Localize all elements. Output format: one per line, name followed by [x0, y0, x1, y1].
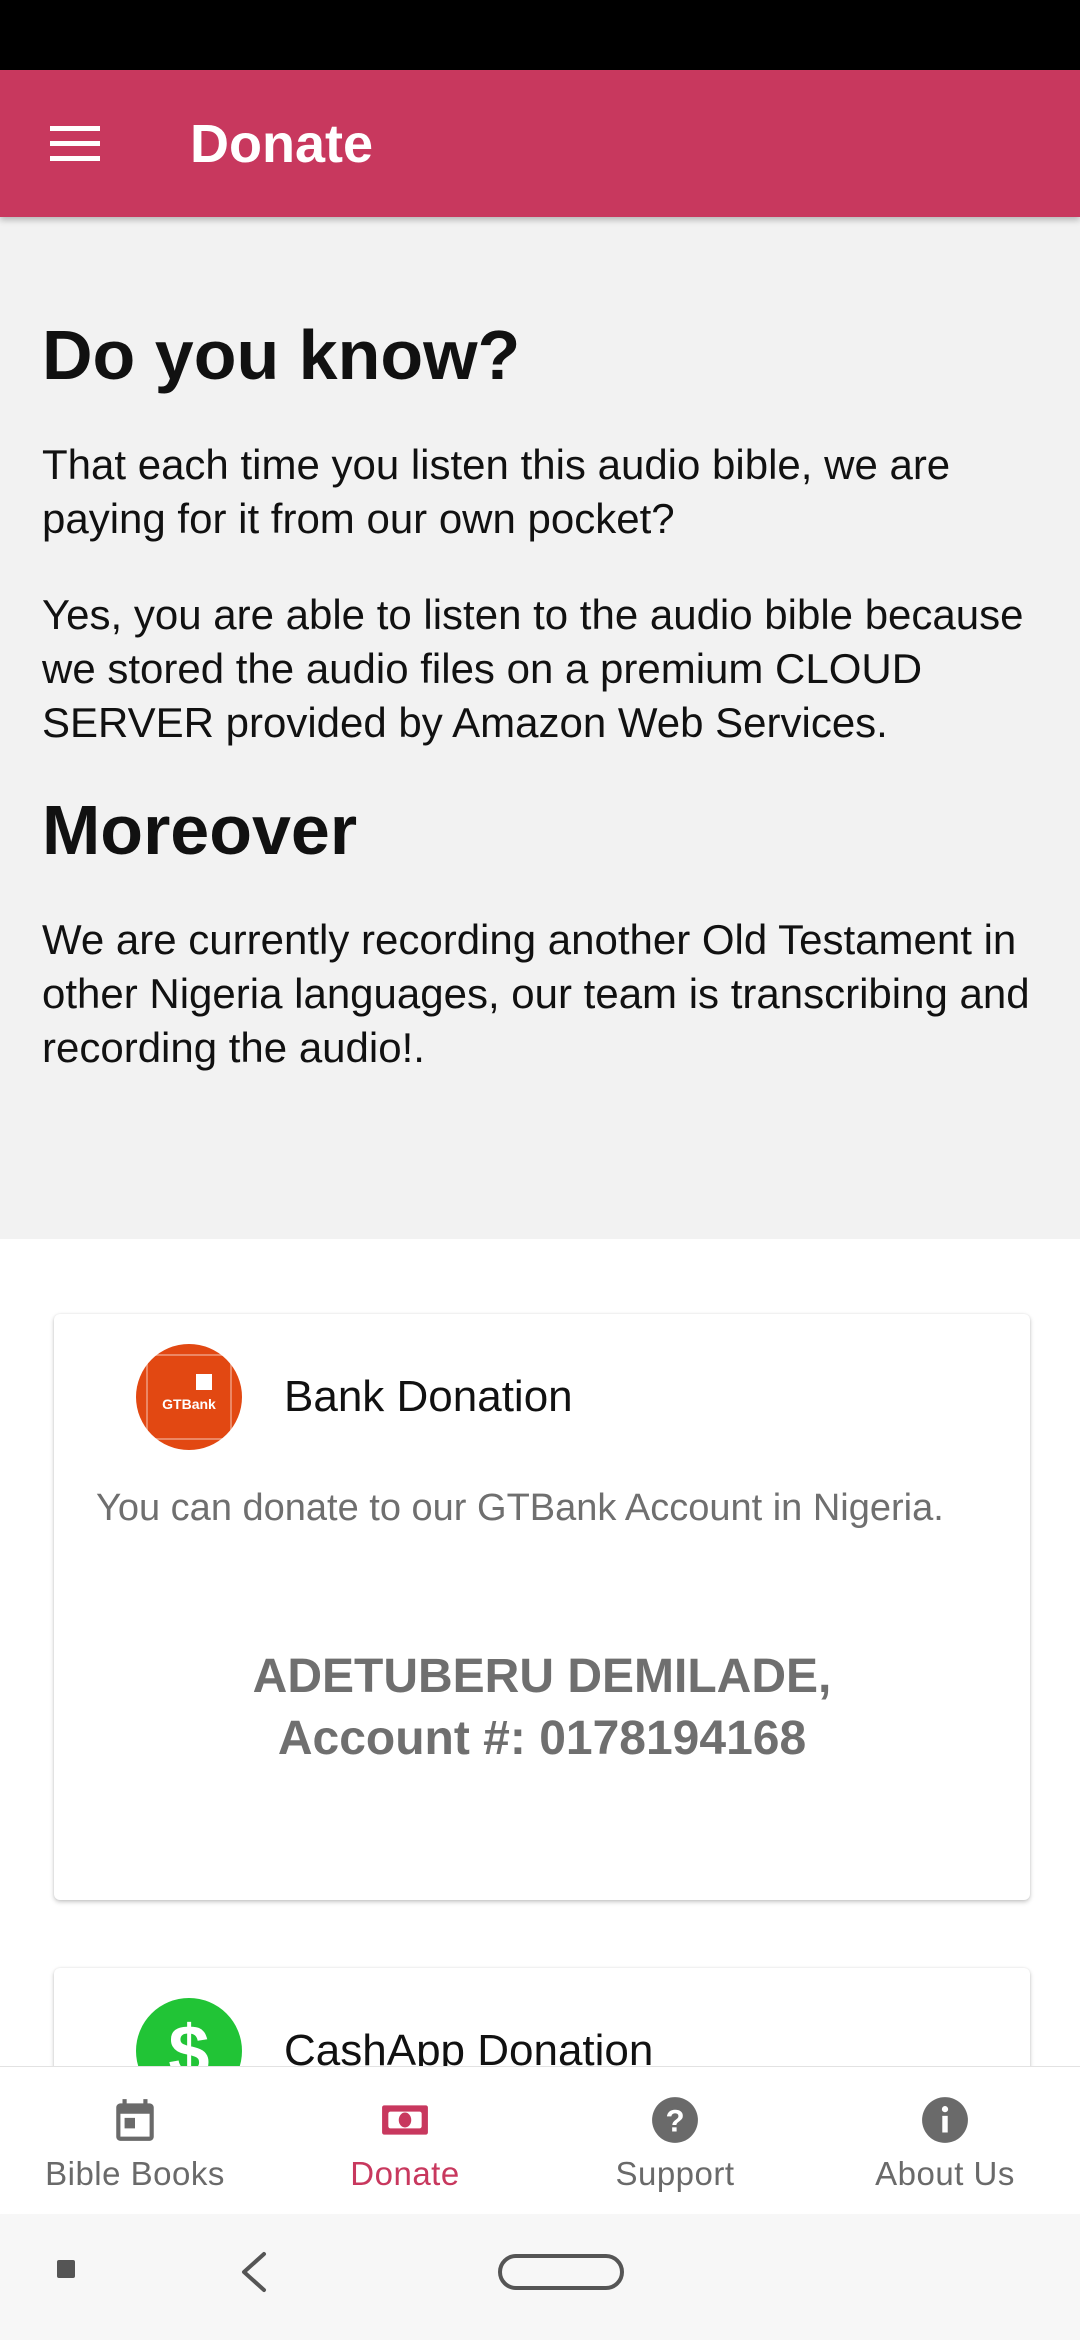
intro-paragraph-1: That each time you listen this audio bib… [42, 441, 951, 542]
status-bar [0, 0, 1080, 70]
bank-donation-description: You can donate to our GTBank Account in … [96, 1487, 944, 1529]
moreover-heading: Moreover [42, 791, 358, 869]
intro-heading: Do you know? [42, 316, 521, 394]
home-icon[interactable] [498, 2254, 624, 2290]
nav-label-about-us: About Us [875, 2155, 1015, 2192]
gtbank-logo: GTBank [136, 1344, 242, 1450]
back-icon[interactable] [236, 2250, 270, 2294]
nav-item-donate[interactable]: Donate [270, 2067, 540, 2214]
bank-donation-card[interactable]: GTBank Bank Donation You can donate to o… [54, 1314, 1030, 1900]
menu-button[interactable] [0, 70, 150, 217]
help-icon: ? [652, 2097, 698, 2143]
account-name: ADETUBERU DEMILADE, [252, 1650, 832, 1703]
nav-item-about-us[interactable]: About Us [810, 2067, 1080, 2214]
calendar-icon [116, 2099, 154, 2141]
account-number: Account #: 0178194168 [277, 1712, 807, 1765]
hamburger-menu-icon [50, 125, 100, 161]
intro-section: Do you know? That each time you listen t… [0, 217, 1080, 1239]
system-navigation-bar [0, 2214, 1080, 2340]
info-icon [922, 2097, 968, 2143]
nav-label-bible-books: Bible Books [45, 2155, 225, 2192]
intro-paragraph-2: Yes, you are able to listen to the audio… [42, 591, 1024, 746]
svg-text:?: ? [665, 2103, 684, 2138]
money-icon [382, 2105, 428, 2135]
nav-label-donate: Donate [350, 2155, 460, 2192]
nav-label-support: Support [615, 2155, 735, 2192]
account-details: ADETUBERU DEMILADE, Account #: 017819416… [54, 1646, 1030, 1770]
moreover-paragraph: We are currently recording another Old T… [42, 916, 1030, 1071]
nav-item-bible-books[interactable]: Bible Books [0, 2067, 270, 2214]
app-bar: Donate [0, 70, 1080, 217]
page-title: Donate [190, 113, 374, 174]
bank-card-header: GTBank Bank Donation [136, 1344, 573, 1450]
nav-item-support[interactable]: ? Support [540, 2067, 810, 2214]
gtbank-logo-text: GTBank [162, 1396, 216, 1412]
bottom-navigation: Bible Books Donate ? Support About Us [0, 2066, 1080, 2214]
bank-donation-title: Bank Donation [284, 1372, 573, 1421]
recent-apps-icon[interactable] [57, 2260, 75, 2278]
